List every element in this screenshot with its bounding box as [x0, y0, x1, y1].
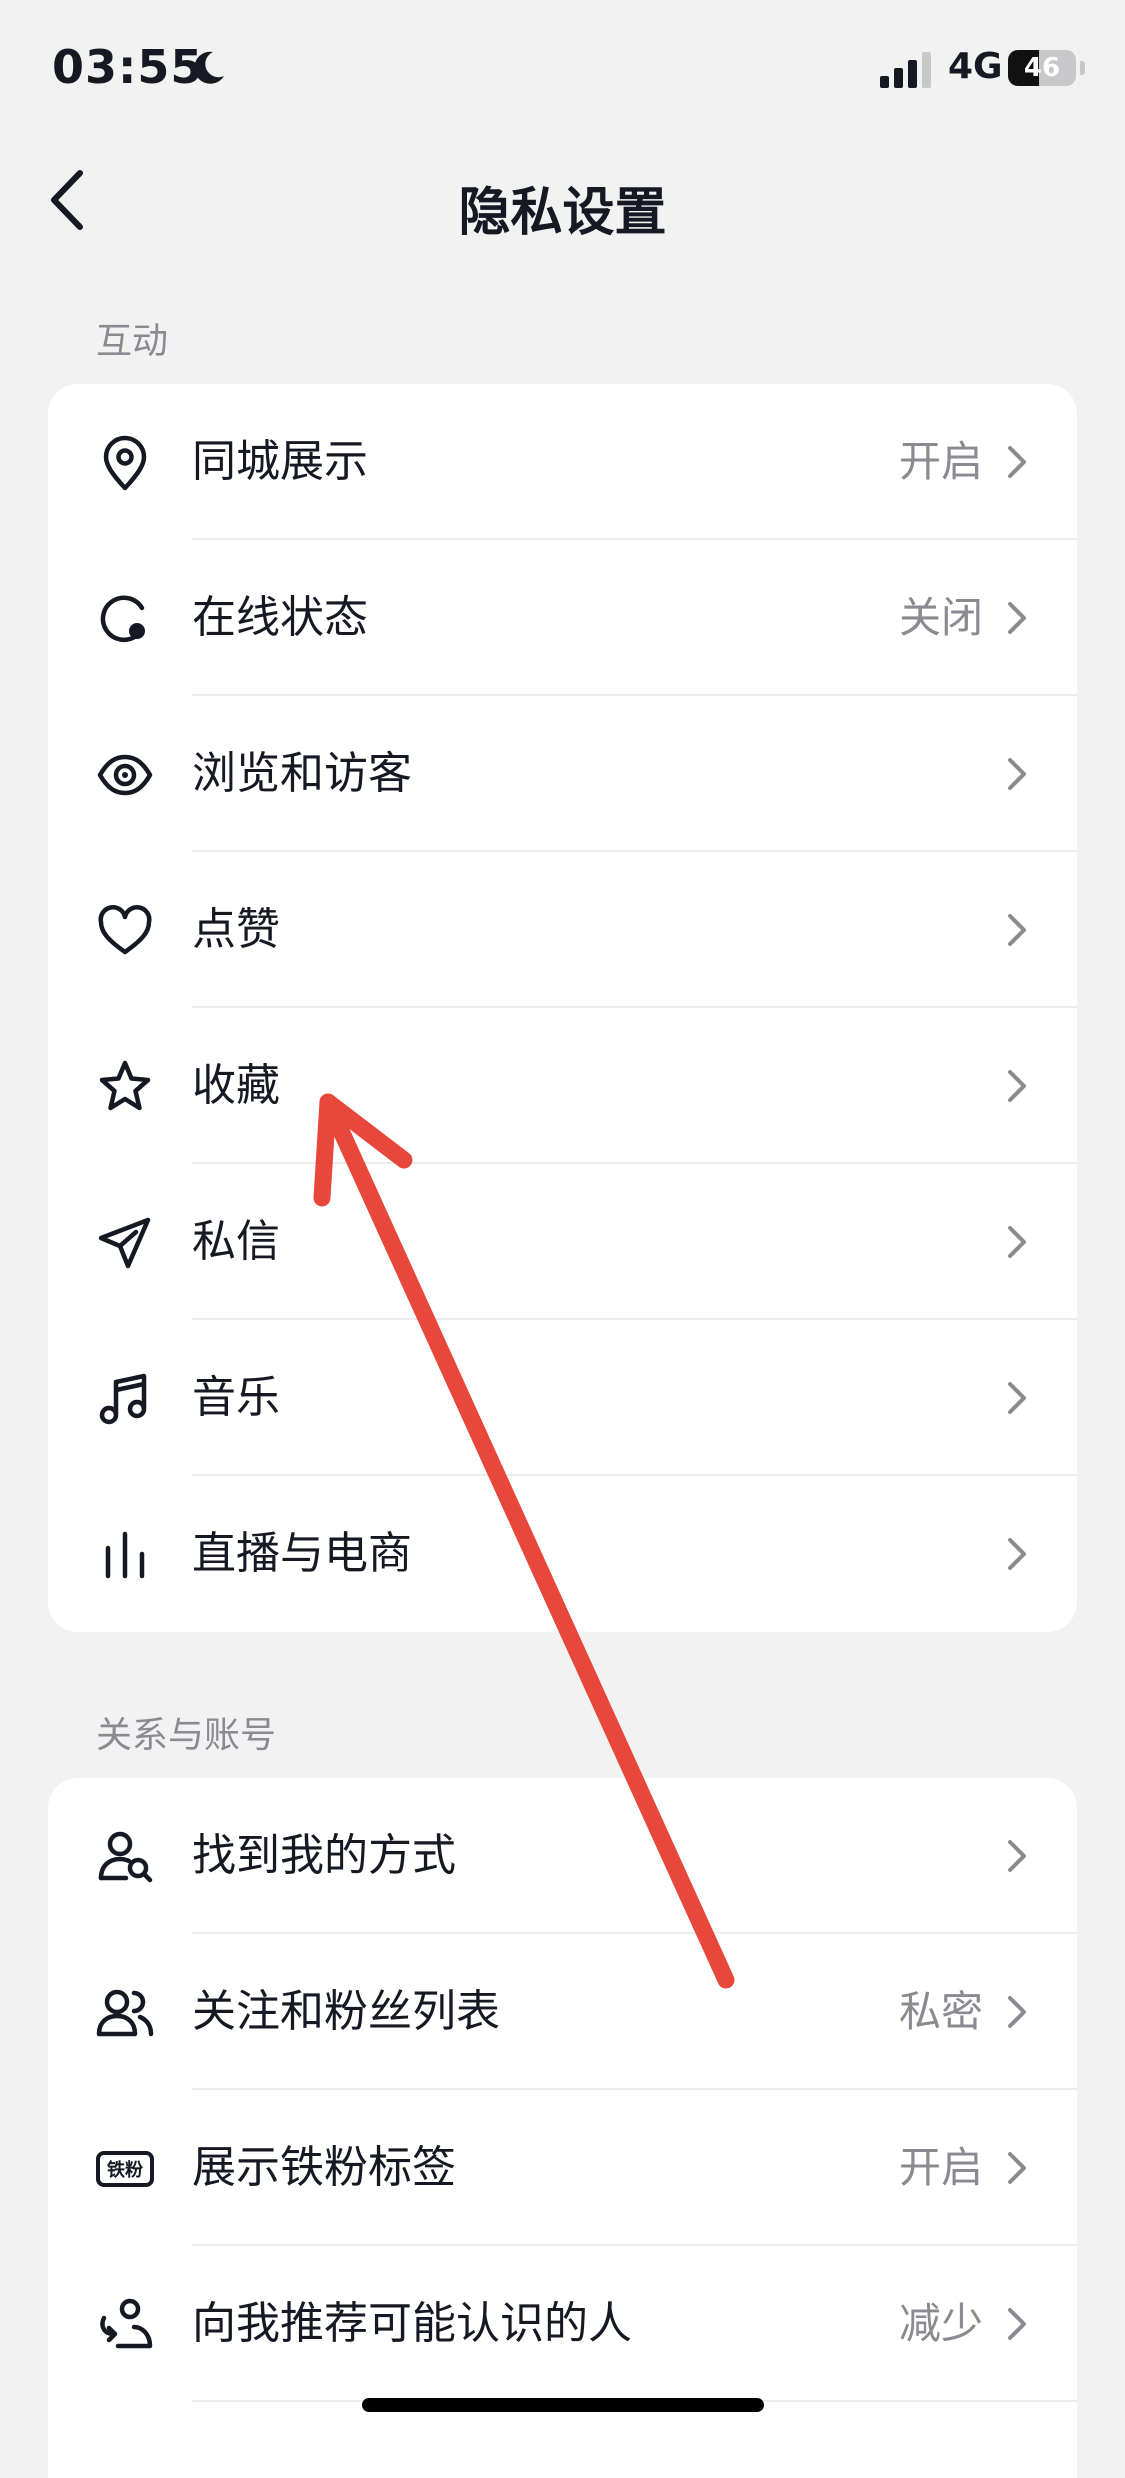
- row-recommend-people[interactable]: 向我推荐可能认识的人 减少: [48, 2246, 1077, 2402]
- cellular-signal-icon: [880, 52, 931, 88]
- row-label: 音乐: [192, 1372, 280, 1423]
- relationship-card: 找到我的方式 关注和粉丝列表 私密 铁粉 展示铁粉标签 开启 向我推荐可能认识的…: [48, 1778, 1077, 2478]
- chevron-right-icon: [1008, 446, 1026, 478]
- row-find-me[interactable]: 找到我的方式: [48, 1778, 1077, 1934]
- chevron-right-icon: [1008, 1070, 1026, 1102]
- live-bars-icon: [105, 1531, 145, 1579]
- row-label: 向我推荐可能认识的人: [192, 2298, 632, 2349]
- battery-percent: 46: [1023, 53, 1061, 83]
- row-favorites[interactable]: 收藏: [48, 1008, 1077, 1164]
- row-label: 同城展示: [192, 436, 368, 487]
- chevron-right-icon: [1008, 1996, 1026, 2028]
- chevron-right-icon: [1008, 758, 1026, 790]
- row-value: 私密: [898, 1987, 983, 2036]
- network-type: 4G: [948, 46, 1003, 87]
- online-status-icon: [100, 595, 145, 642]
- row-label: 浏览和访客: [192, 748, 412, 799]
- section-header-relationship: 关系与账号: [96, 1715, 277, 1756]
- row-label: 收藏: [192, 1060, 280, 1111]
- row-value: 开启: [898, 2143, 983, 2192]
- chevron-right-icon: [1008, 1226, 1026, 1258]
- row-value: 关闭: [898, 593, 983, 642]
- music-note-icon: [99, 1373, 147, 1425]
- battery-icon: 46: [1008, 50, 1076, 86]
- row-same-city[interactable]: 同城展示 开启: [48, 384, 1077, 540]
- chevron-right-icon: [1008, 1382, 1026, 1414]
- row-label: 私信: [192, 1216, 280, 1267]
- row-label: 找到我的方式: [192, 1830, 456, 1881]
- paper-plane-icon: [98, 1217, 151, 1269]
- location-pin-icon: [103, 435, 147, 491]
- status-bar: 03:55 4G 46: [0, 0, 1125, 140]
- battery-nub: [1080, 61, 1085, 75]
- svg-text:铁粉: 铁粉: [107, 2159, 143, 2181]
- row-value: 开启: [898, 437, 983, 486]
- status-time: 03:55: [52, 40, 204, 94]
- chevron-right-icon: [1008, 2308, 1026, 2340]
- page-title: 隐私设置: [458, 183, 667, 243]
- chevron-right-icon: [1008, 1538, 1026, 1570]
- row-value: 减少: [898, 2299, 983, 2348]
- row-browse-visitors[interactable]: 浏览和访客: [48, 696, 1077, 852]
- heart-icon: [98, 905, 152, 955]
- chevron-right-icon: [1008, 2152, 1026, 2184]
- row-follow-fan-list[interactable]: 关注和粉丝列表 私密: [48, 1934, 1077, 2090]
- person-search-icon: [98, 1831, 153, 1883]
- home-indicator[interactable]: [362, 2398, 764, 2412]
- nav-bar: 隐私设置: [0, 140, 1125, 260]
- row-label: 关注和粉丝列表: [192, 1986, 500, 2037]
- star-icon: [99, 1060, 151, 1111]
- row-live-commerce[interactable]: 直播与电商: [48, 1476, 1077, 1632]
- chevron-right-icon: [1008, 914, 1026, 946]
- iron-fan-badge-icon: 铁粉: [96, 2151, 154, 2187]
- row-online-status[interactable]: 在线状态 关闭: [48, 540, 1077, 696]
- chevron-right-icon: [1008, 602, 1026, 634]
- users-icon: [96, 1989, 154, 2037]
- row-label: 点赞: [192, 904, 280, 955]
- row-label: 展示铁粉标签: [192, 2142, 456, 2193]
- row-iron-fan-tag[interactable]: 铁粉 展示铁粉标签 开启: [48, 2090, 1077, 2246]
- row-label: 直播与电商: [192, 1528, 412, 1579]
- row-music[interactable]: 音乐: [48, 1320, 1077, 1476]
- row-label: 在线状态: [192, 592, 368, 643]
- row-messages[interactable]: 私信: [48, 1164, 1077, 1320]
- interaction-card: 同城展示 开启 在线状态 关闭 浏览和访客 点赞 收藏 私信 音乐 直播与电商: [48, 384, 1077, 1632]
- recommend-people-icon: [100, 2298, 153, 2349]
- section-header-interaction: 互动: [96, 321, 169, 362]
- row-likes[interactable]: 点赞: [48, 852, 1077, 1008]
- chevron-right-icon: [1008, 1840, 1026, 1872]
- moon-icon: [194, 51, 224, 84]
- eye-icon: [97, 754, 153, 796]
